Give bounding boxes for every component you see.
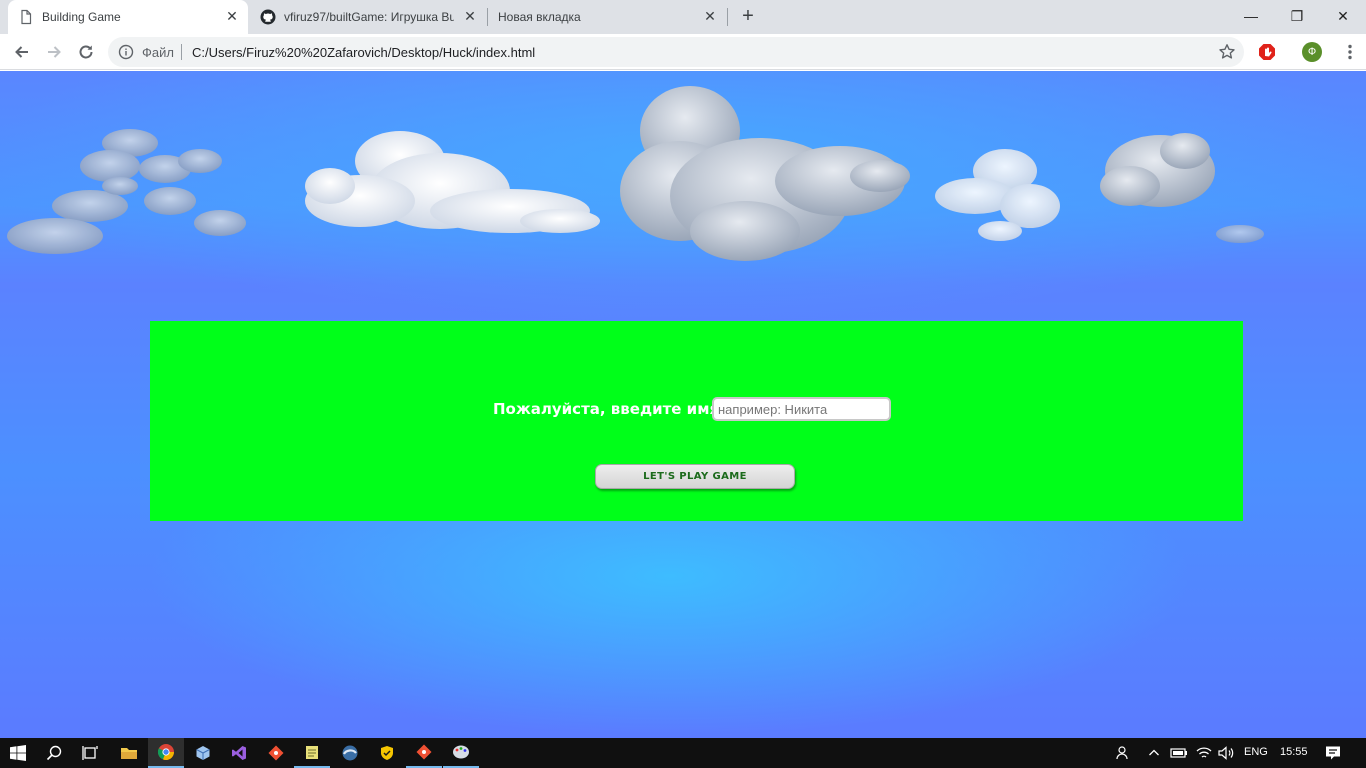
cloud-small [1216,225,1264,243]
search-button[interactable] [36,738,72,768]
browser-tab-bar: Building Game ✕ vfiruz97/builtGame: Игру… [0,0,1366,34]
clock[interactable]: 15:55 [1280,746,1308,758]
shield-icon [381,746,393,760]
volume-icon[interactable] [1218,746,1236,760]
sourcetree-icon[interactable] [406,738,442,768]
browser-toolbar: Файл C:/Users/Firuz%20%20Zafarovich/Desk… [0,34,1366,70]
windows-taskbar: ENG 15:55 [0,738,1366,768]
notifications-icon[interactable] [1325,745,1341,761]
chrome-icon[interactable] [148,738,184,768]
notepad-icon[interactable] [294,738,330,768]
box-icon [196,746,210,760]
edge-dev-icon[interactable] [332,738,368,768]
chrome-logo-icon [157,744,174,760]
chevron-up-icon[interactable] [1148,747,1160,759]
battery-icon[interactable] [1170,747,1188,759]
start-button[interactable] [0,738,36,768]
task-view-button[interactable] [72,738,108,768]
close-window-button[interactable]: ✕ [1320,0,1366,32]
tab-title: vfiruz97/builtGame: Игрушка Bui [284,10,454,24]
people-icon[interactable] [1116,745,1132,761]
wifi-icon[interactable] [1196,746,1212,760]
paint-icon[interactable] [443,738,479,768]
new-tab-button[interactable]: + [736,5,760,29]
profile-avatar[interactable]: Ф [1302,42,1322,62]
tab-building-game[interactable]: Building Game ✕ [8,0,248,34]
tab-title: Building Game [42,10,121,24]
palette-icon [453,745,469,759]
git-logo-icon [416,744,432,760]
windows-logo-icon [10,745,26,761]
address-divider [181,44,182,60]
name-input[interactable] [712,397,891,421]
play-game-button[interactable]: LET'S PLAY GAME [595,464,795,489]
norton-icon[interactable] [369,738,405,768]
url-text[interactable]: C:/Users/Firuz%20%20Zafarovich/Desktop/H… [192,45,535,60]
virtualbox-icon[interactable] [185,738,221,768]
tab-title: Новая вкладка [498,10,581,24]
notepad-logo-icon [306,746,318,759]
menu-dots-icon[interactable] [1340,42,1360,62]
git-icon[interactable] [258,738,294,768]
url-scheme-label: Файл [142,45,174,60]
cloud-right [1100,133,1215,207]
tab-new-tab[interactable]: Новая вкладка ✕ [488,0,726,34]
forward-button[interactable] [40,38,68,66]
search-icon [46,745,62,761]
tab-separator [727,8,728,26]
address-bar[interactable]: Файл C:/Users/Firuz%20%20Zafarovich/Desk… [108,37,1244,67]
clouds-banner [7,86,1264,261]
task-view-icon [82,746,98,760]
tab-github[interactable]: vfiruz97/builtGame: Игрушка Bui ✕ [250,0,486,34]
reload-button[interactable] [72,38,100,66]
page-icon [21,9,32,25]
adblock-extension-icon[interactable] [1258,43,1276,61]
cloud-left [7,129,246,254]
reload-icon [79,45,93,59]
vs-logo-icon [232,746,246,760]
folder-icon [121,748,137,759]
game-page: Пожалуйста, введите имя: LET'S PLAY GAME [0,71,1366,738]
back-arrow-icon [15,46,28,58]
minimize-button[interactable]: — [1228,0,1274,32]
bookmark-star-icon[interactable] [1218,43,1236,61]
info-icon[interactable] [118,44,134,60]
close-icon[interactable]: ✕ [702,8,718,24]
back-button[interactable] [8,38,36,66]
cloud-white [305,131,600,233]
forward-arrow-icon [48,46,61,58]
name-prompt-label: Пожалуйста, введите имя: [493,400,726,418]
restore-button[interactable]: ❐ [1274,0,1320,32]
git-logo-icon [268,745,284,761]
visual-studio-icon[interactable] [221,738,257,768]
github-icon [260,9,276,25]
close-icon[interactable]: ✕ [462,8,478,24]
close-icon[interactable]: ✕ [224,8,240,24]
language-indicator[interactable]: ENG [1244,746,1268,758]
globe-icon [342,745,358,761]
cloud-grey-large [620,86,910,261]
cloud-wispy [935,149,1060,241]
file-explorer-icon[interactable] [111,738,147,768]
login-panel: Пожалуйста, введите имя: LET'S PLAY GAME [150,321,1243,521]
